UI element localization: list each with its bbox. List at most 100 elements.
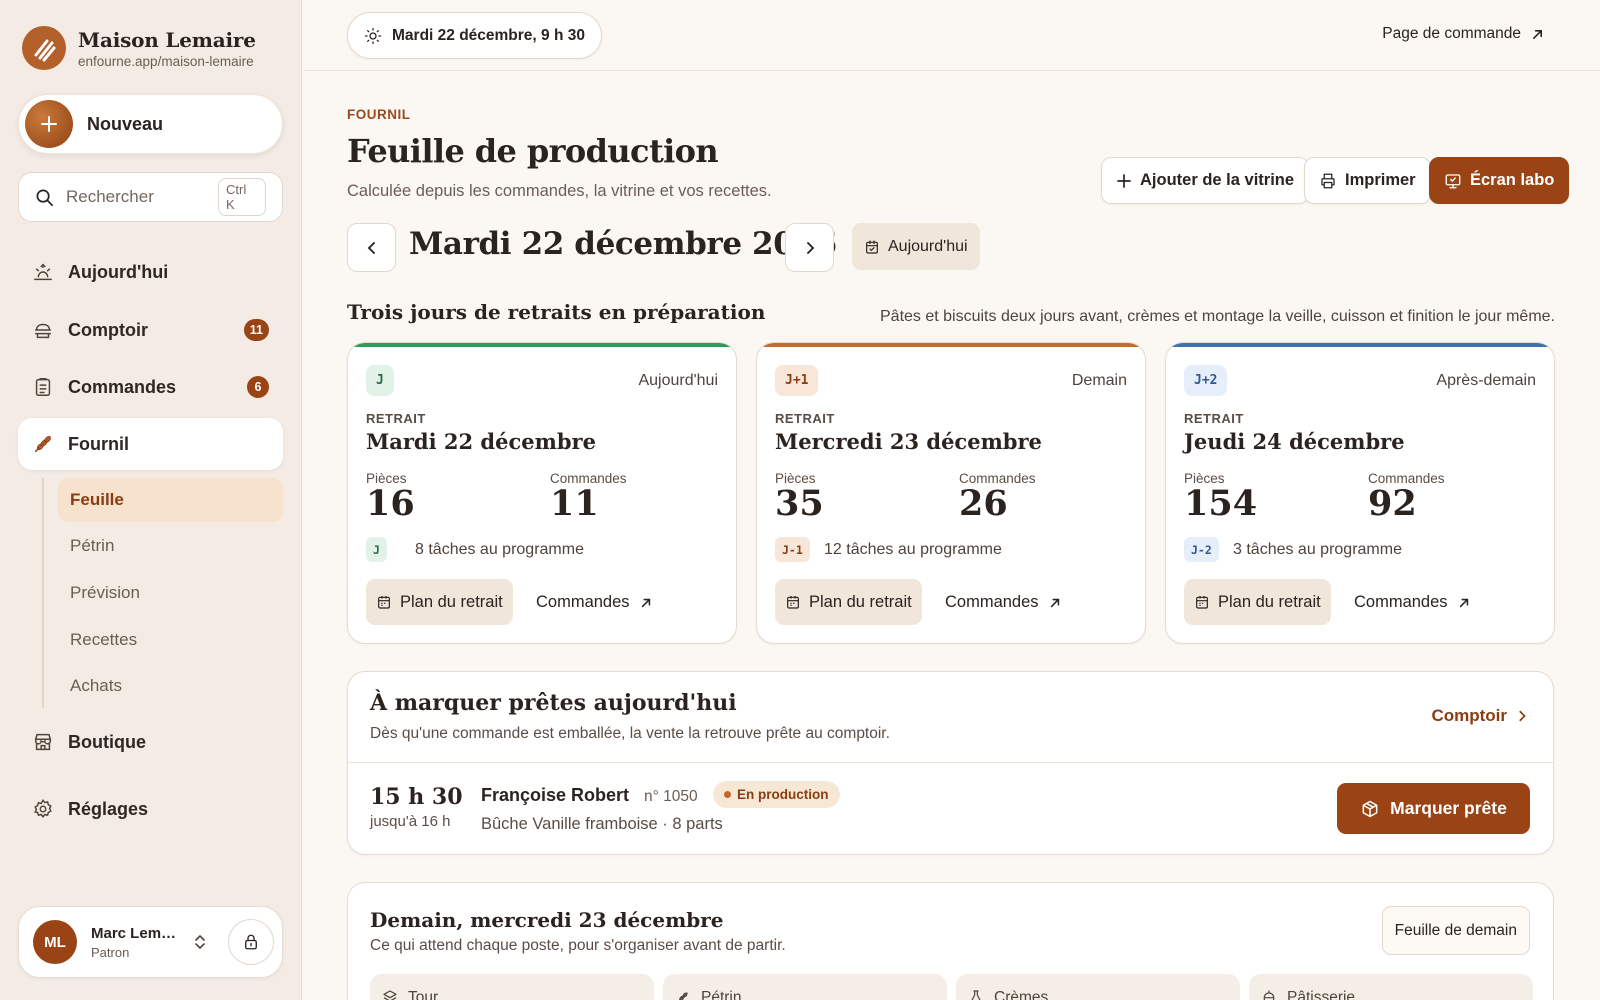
sidebar-item-label: Boutique xyxy=(68,731,146,752)
new-button[interactable]: Nouveau xyxy=(18,94,283,154)
search-box[interactable]: Ctrl K xyxy=(18,172,283,222)
today-button[interactable]: Aujourd'hui xyxy=(852,223,980,270)
mark-ready-button[interactable]: Marquer prête xyxy=(1337,783,1530,834)
fournil-subnav: Feuille Pétrin Prévision Recettes Achats xyxy=(42,478,283,708)
day-relative: Demain xyxy=(1071,372,1127,389)
ready-today-panel: À marquer prêtes aujourd'hui Dès qu'une … xyxy=(347,671,1554,855)
subnav-item-prevision[interactable]: Prévision xyxy=(58,571,283,615)
day-card-accent xyxy=(348,343,736,347)
search-icon xyxy=(35,188,54,207)
commandes-count-badge: 6 xyxy=(247,376,269,398)
current-datetime: Mardi 22 décembre, 9 h 30 xyxy=(392,26,585,44)
task-tag: J xyxy=(366,537,387,562)
sidebar-item-label: Fournil xyxy=(68,433,129,454)
plan-button[interactable]: Plan du retrait xyxy=(366,579,513,625)
retrait-label: RETRAIT xyxy=(775,411,835,426)
day-card-accent xyxy=(1166,343,1554,347)
orders-link-label: Commandes xyxy=(1354,593,1448,611)
retrait-label: RETRAIT xyxy=(1184,411,1244,426)
retrait-label: RETRAIT xyxy=(366,411,426,426)
day-relative: Aujourd'hui xyxy=(638,372,718,389)
ready-today-title: À marquer prêtes aujourd'hui xyxy=(370,690,737,716)
pickup-until: jusqu'à 16 h xyxy=(370,813,451,830)
day-date: Mercredi 23 décembre xyxy=(775,429,1042,454)
chevron-up-down-icon xyxy=(193,933,207,951)
clipboard-list-icon xyxy=(32,376,54,398)
pickup-time: 15 h 30 xyxy=(370,784,463,810)
tomorrow-sheet-button[interactable]: Feuille de demain xyxy=(1381,906,1530,955)
sidebar-item-aujourdhui[interactable]: Aujourd'hui xyxy=(18,246,283,298)
brand-url: enfourne.app/maison-lemaire xyxy=(78,53,254,69)
day-card-accent xyxy=(757,343,1145,347)
flask-icon xyxy=(968,989,984,1000)
sidebar-item-commandes[interactable]: Commandes 6 xyxy=(18,361,283,413)
task-tag: J-1 xyxy=(775,537,810,562)
next-day-button[interactable] xyxy=(785,223,834,272)
orders-link[interactable]: Commandes xyxy=(1354,593,1470,612)
order-number: n° 1050 xyxy=(644,788,698,805)
comptoir-count-badge: 11 xyxy=(243,319,269,341)
orders-link[interactable]: Commandes xyxy=(945,593,1061,612)
user-menu[interactable]: ML Marc Lemaire Patron xyxy=(18,906,283,978)
store-icon xyxy=(32,731,54,753)
calendar-icon xyxy=(1194,594,1210,610)
previous-day-button[interactable] xyxy=(347,223,396,272)
subnav-item-achats[interactable]: Achats xyxy=(58,664,283,708)
station-cremes[interactable]: Crèmes xyxy=(956,974,1240,1000)
ready-today-subtitle: Dès qu'une commande est emballée, la ven… xyxy=(370,725,890,742)
lab-screen-button[interactable]: Écran labo xyxy=(1429,157,1570,204)
plan-button[interactable]: Plan du retrait xyxy=(775,579,922,625)
sidebar-item-label: Réglages xyxy=(68,798,149,819)
sidebar-item-boutique[interactable]: Boutique xyxy=(18,716,283,768)
tasks-count: 8 tâches au programme xyxy=(415,541,584,558)
user-role: Patron xyxy=(91,944,130,960)
station-patisserie[interactable]: Pâtisserie xyxy=(1249,974,1533,1000)
station-label: Tour xyxy=(408,989,439,1000)
divider xyxy=(348,762,1553,763)
day-tag: J+2 xyxy=(1184,365,1228,396)
monitor-icon xyxy=(1444,172,1462,190)
day-card-j: J Aujourd'hui RETRAIT Mardi 22 décembre … xyxy=(347,342,737,644)
orders-value: 26 xyxy=(959,483,1008,524)
subnav-item-petrin[interactable]: Pétrin xyxy=(58,524,283,568)
tasks-count: 12 tâches au programme xyxy=(824,541,1002,558)
station-tour[interactable]: Tour xyxy=(370,974,654,1000)
avatar: ML xyxy=(33,920,77,964)
search-input[interactable] xyxy=(66,187,206,207)
day-tag: J+1 xyxy=(775,365,819,396)
arrow-up-right-icon xyxy=(640,597,652,609)
print-label: Imprimer xyxy=(1345,171,1416,189)
sidebar-item-comptoir[interactable]: Comptoir 11 xyxy=(18,304,283,356)
task-tag: J-2 xyxy=(1184,537,1219,562)
chevron-left-icon xyxy=(365,241,379,255)
pieces-value: 35 xyxy=(775,483,824,524)
calendar-icon xyxy=(864,239,880,255)
subnav-item-feuille[interactable]: Feuille xyxy=(58,478,283,522)
brand[interactable]: Maison Lemaire enfourne.app/maison-lemai… xyxy=(22,26,256,70)
printer-icon xyxy=(1319,172,1337,190)
day-relative: Après-demain xyxy=(1436,372,1536,389)
lock-button[interactable] xyxy=(228,919,274,965)
plus-icon xyxy=(1116,173,1132,189)
sidebar-item-label: Comptoir xyxy=(68,319,148,340)
orders-link[interactable]: Commandes xyxy=(536,593,652,612)
print-button[interactable]: Imprimer xyxy=(1304,157,1431,204)
station-petrin[interactable]: Pétrin xyxy=(663,974,947,1000)
today-button-label: Aujourd'hui xyxy=(888,237,968,255)
subnav-item-recettes[interactable]: Recettes xyxy=(58,618,283,662)
add-from-showcase-button[interactable]: Ajouter de la vitrine xyxy=(1101,157,1310,204)
sidebar-item-reglages[interactable]: Réglages xyxy=(18,783,283,835)
current-datetime-chip[interactable]: Mardi 22 décembre, 9 h 30 xyxy=(347,12,602,59)
order-page-link[interactable]: Page de commande xyxy=(1382,25,1544,43)
comptoir-link[interactable]: Comptoir xyxy=(1431,706,1527,726)
arrow-up-right-icon xyxy=(1458,597,1470,609)
station-label: Pâtisserie xyxy=(1287,989,1356,1000)
sidebar-item-fournil[interactable]: Fournil xyxy=(18,418,283,470)
top-bar: Mardi 22 décembre, 9 h 30 Page de comman… xyxy=(303,0,1600,71)
order-product: Bûche Vanille framboise · 8 parts xyxy=(481,815,723,833)
gear-icon xyxy=(32,798,54,820)
layers-icon xyxy=(382,989,398,1000)
page-title: Feuille de production xyxy=(347,132,719,170)
plan-button[interactable]: Plan du retrait xyxy=(1184,579,1331,625)
lock-icon xyxy=(242,933,260,951)
